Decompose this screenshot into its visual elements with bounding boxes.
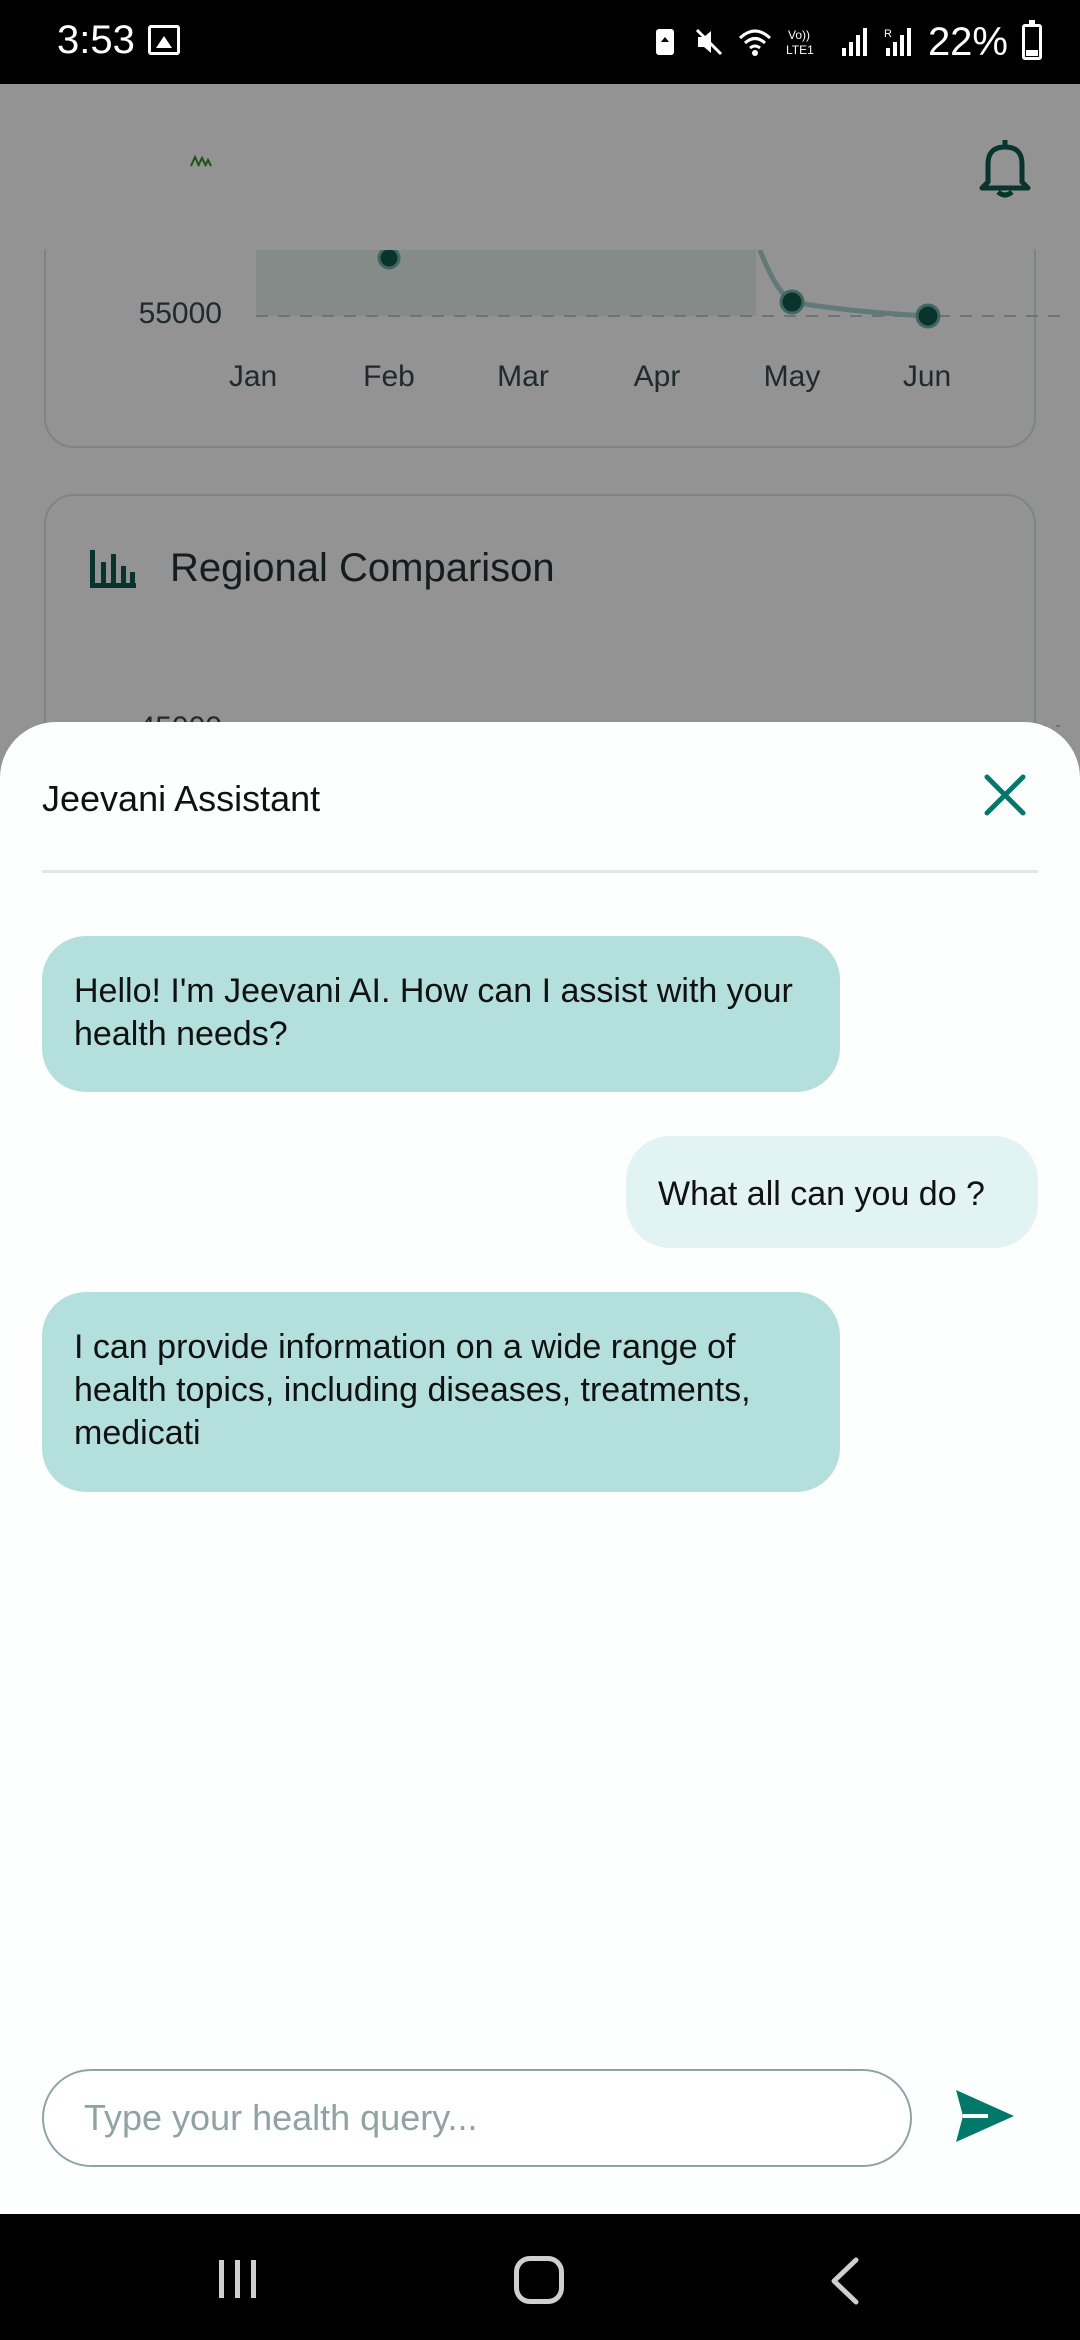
status-time: 3:53 xyxy=(57,18,135,62)
assistant-message: Hello! I'm Jeevani AI. How can I assist … xyxy=(42,936,840,1092)
signal-icon xyxy=(841,28,867,56)
recent-apps-icon[interactable] xyxy=(216,2258,260,2300)
message-text: What all can you do ? xyxy=(658,1175,985,1213)
mute-icon xyxy=(695,28,722,56)
svg-text:Vo)): Vo)) xyxy=(788,28,810,42)
status-icons: Vo)) LTE1 R 22% xyxy=(650,20,1042,64)
divider xyxy=(42,870,1038,873)
sheet-title: Jeevani Assistant xyxy=(42,778,321,819)
send-icon[interactable] xyxy=(954,2088,1016,2144)
status-bar: 3:53 Vo)) LTE1 R 22% xyxy=(0,0,1080,84)
volte-icon: Vo))LTE1 xyxy=(786,28,814,57)
message-text: Hello! I'm Jeevani AI. How can I assist … xyxy=(74,972,793,1053)
query-input-container xyxy=(42,2069,912,2167)
assistant-sheet: Jeevani Assistant Hello! I'm Jeevani AI.… xyxy=(0,722,1080,2214)
svg-text:LTE1: LTE1 xyxy=(786,43,814,57)
navigation-bar xyxy=(0,2214,1080,2340)
message-text: I can provide information on a wide rang… xyxy=(74,1328,751,1452)
close-icon[interactable] xyxy=(978,768,1032,822)
battery-charging-icon xyxy=(1022,20,1042,60)
svg-text:R: R xyxy=(884,28,892,40)
assistant-message: I can provide information on a wide rang… xyxy=(42,1292,840,1492)
battery-saver-icon xyxy=(655,29,674,55)
signal-roaming-icon: R xyxy=(884,28,911,56)
home-icon[interactable] xyxy=(514,2256,564,2304)
battery-percent: 22% xyxy=(927,19,1008,64)
gallery-icon xyxy=(148,25,180,55)
user-message: What all can you do ? xyxy=(626,1136,1038,1248)
wifi-icon xyxy=(738,29,771,56)
health-query-input[interactable] xyxy=(84,2071,884,2165)
back-icon[interactable] xyxy=(826,2256,862,2306)
